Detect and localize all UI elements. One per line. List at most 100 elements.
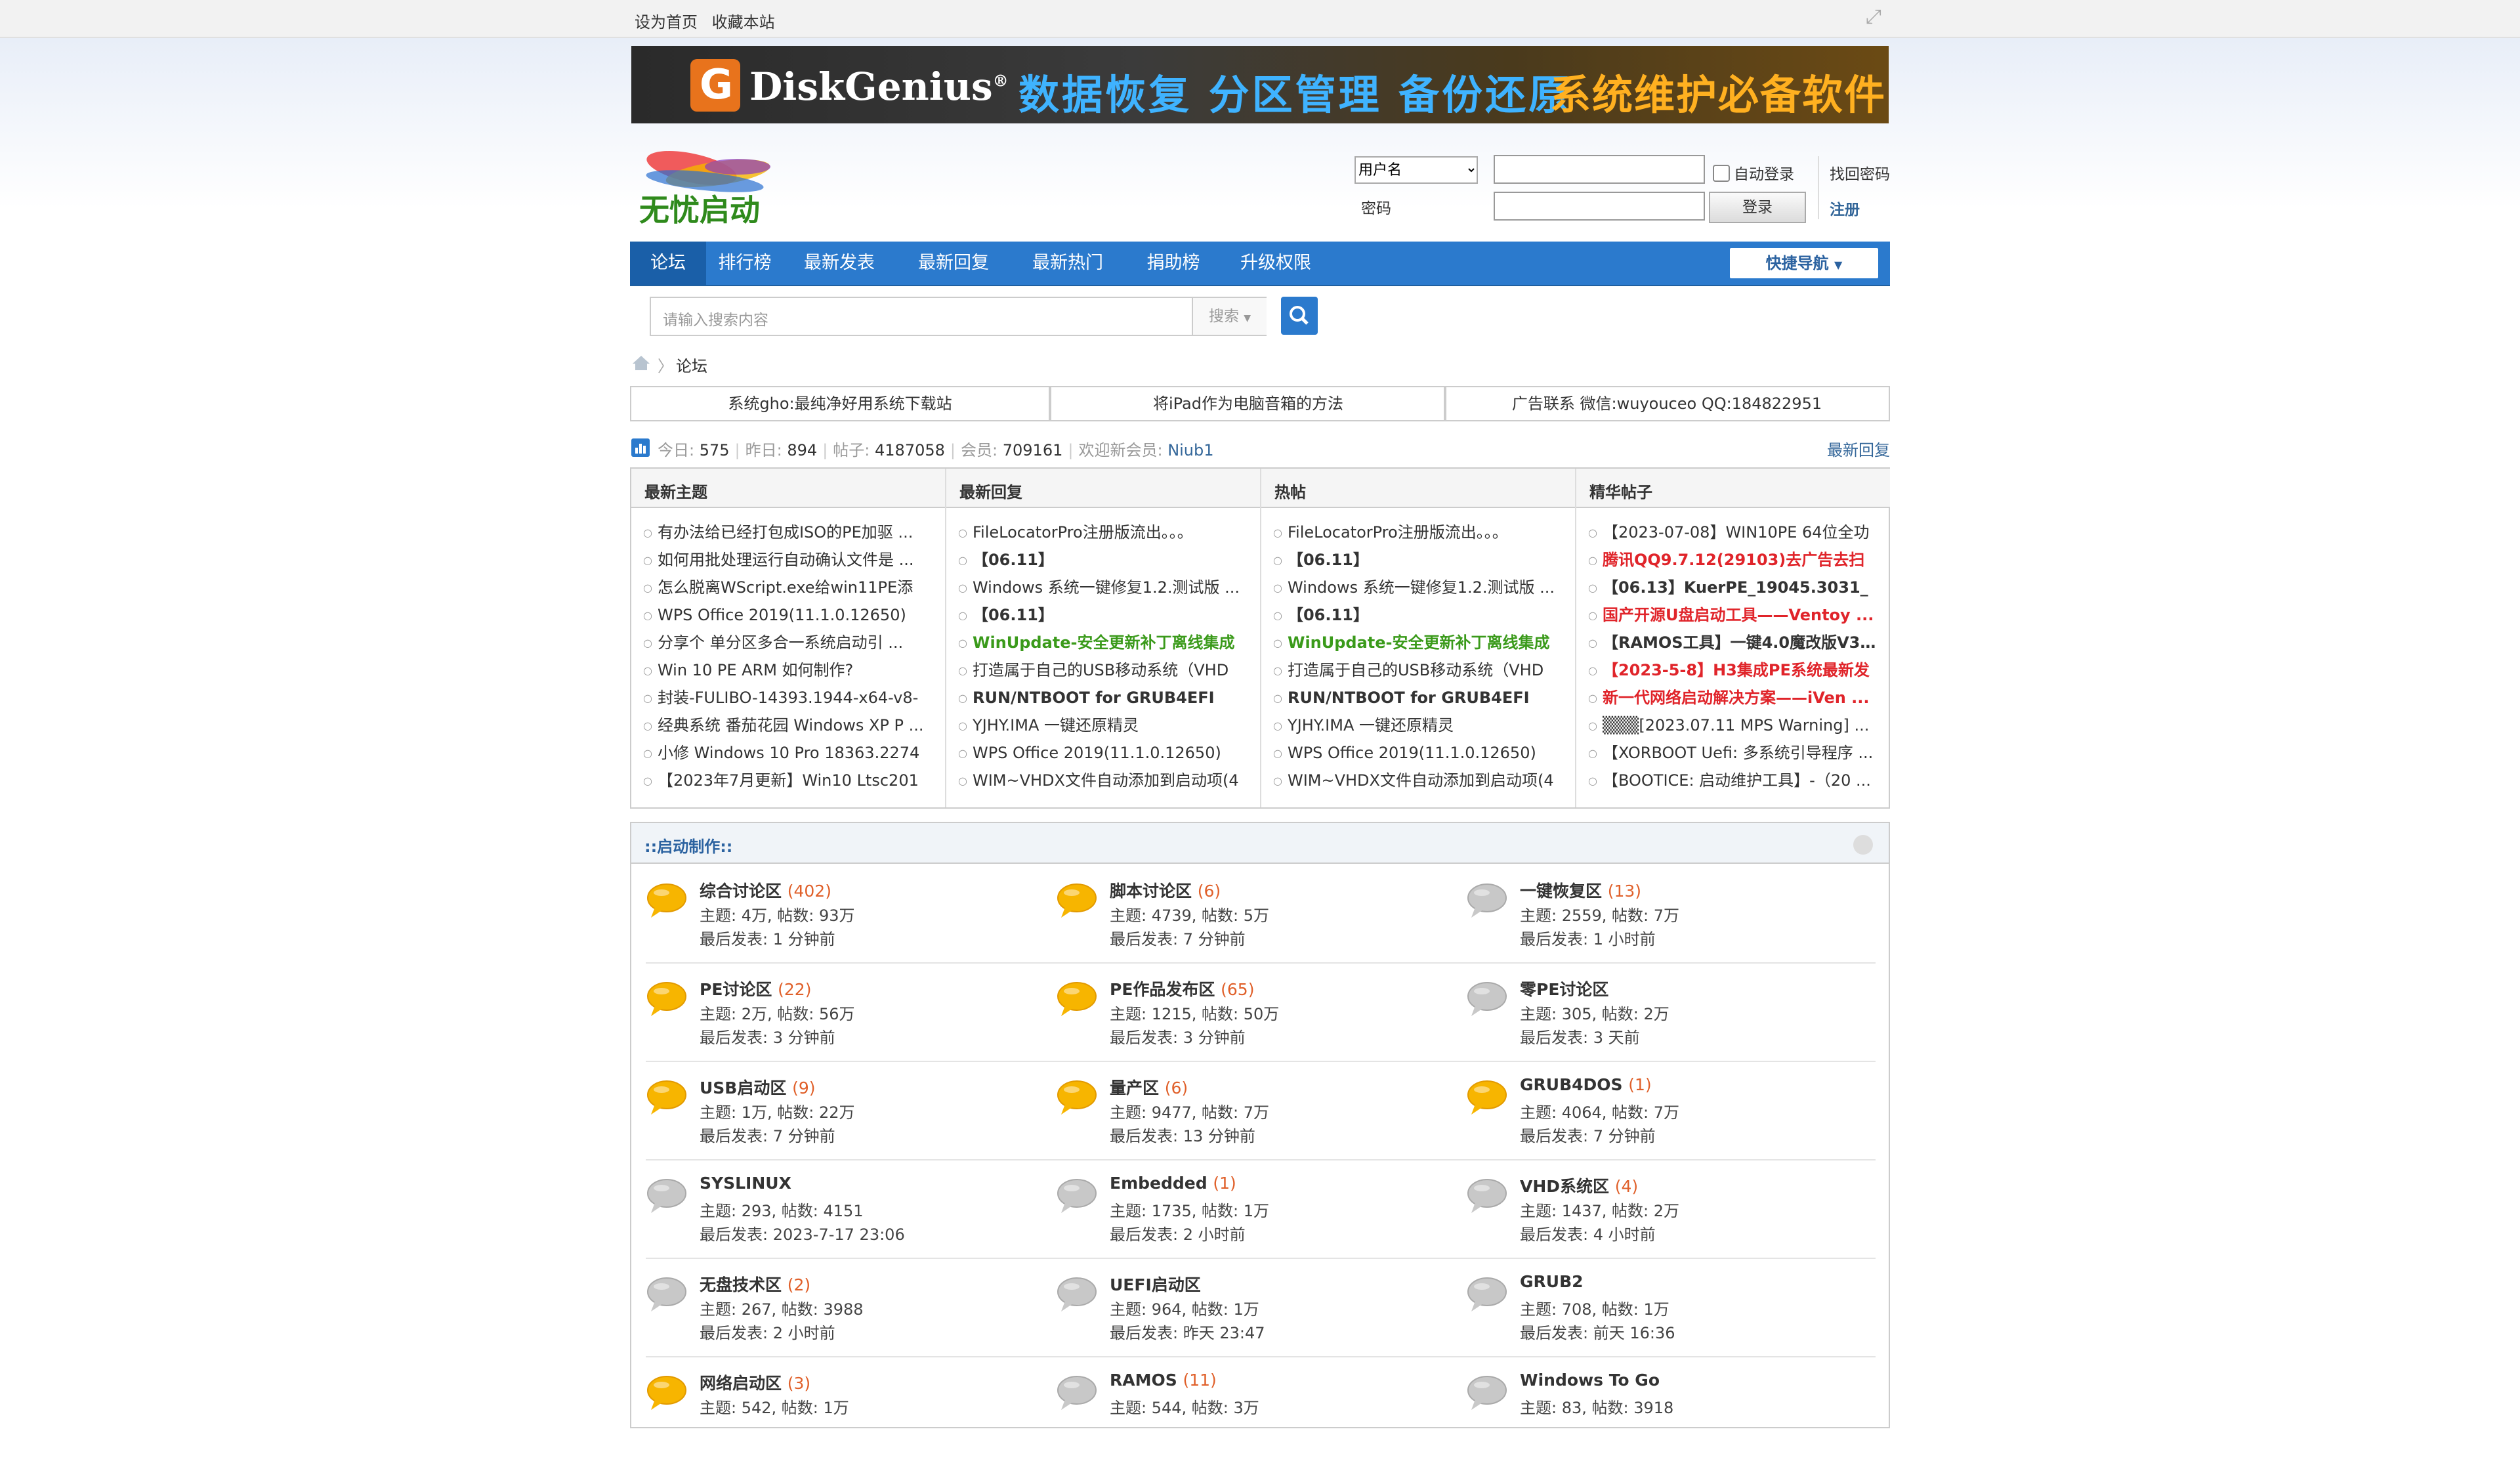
board-name[interactable]: Embedded (1) <box>1110 1174 1236 1193</box>
topic-link[interactable]: RUN/NTBOOT for GRUB4EFI <box>1273 684 1562 712</box>
topic-link[interactable]: WinUpdate-安全更新补丁离线集成 <box>958 629 1247 656</box>
topic-link[interactable]: 【06.11】 <box>1273 546 1562 574</box>
board-name-text[interactable]: USB启动区 <box>700 1078 786 1097</box>
topic-link[interactable]: 【2023年7月更新】Win10 Ltsc201 <box>643 767 932 794</box>
board-bubble-icon[interactable] <box>1056 1374 1098 1411</box>
collapse-icon[interactable] <box>1853 835 1873 855</box>
search-box[interactable]: 请输入搜索内容 搜索 ▼ <box>650 297 1267 336</box>
topic-link[interactable]: WPS Office 2019(11.1.0.12650) <box>643 601 932 629</box>
topic-link[interactable]: 如何用批处理运行自动确认文件是 ... <box>643 546 932 574</box>
board-bubble-icon[interactable] <box>1466 882 1508 919</box>
board-last-post[interactable]: 最后发表: 3 分钟前 <box>1110 1025 1246 1048</box>
board-name-text[interactable]: PE讨论区 <box>700 980 772 999</box>
topic-link[interactable]: 【2023-5-8】H3集成PE系统最新发 <box>1588 656 1877 684</box>
topic-link[interactable]: 【2023-07-08】WIN10PE 64位全功 <box>1588 519 1877 546</box>
board-name[interactable]: 量产区 (6) <box>1110 1075 1188 1099</box>
board-name-text[interactable]: SYSLINUX <box>700 1174 791 1193</box>
board-last-post[interactable]: 最后发表: 1 小时前 <box>1520 926 1656 949</box>
topic-link[interactable]: WPS Office 2019(11.1.0.12650) <box>958 739 1247 767</box>
board-name-text[interactable]: 一键恢复区 <box>1520 882 1602 901</box>
board-bubble-icon[interactable] <box>1056 1178 1098 1214</box>
nav-item-latest-posts[interactable]: 最新发表 <box>782 242 896 285</box>
board-bubble-icon[interactable] <box>1466 981 1508 1017</box>
board-bubble-icon[interactable] <box>1056 1079 1098 1116</box>
nav-item-ranking[interactable]: 排行榜 <box>707 242 782 285</box>
board-bubble-icon[interactable] <box>646 981 688 1017</box>
board-name-text[interactable]: Embedded <box>1110 1174 1208 1193</box>
board-name-text[interactable]: GRUB2 <box>1520 1272 1584 1291</box>
register-link[interactable]: 注册 <box>1830 197 1860 219</box>
quick-nav-button[interactable]: 快捷导航 ▼ <box>1730 248 1878 278</box>
board-name-text[interactable]: GRUB4DOS <box>1520 1075 1623 1094</box>
new-member-link[interactable]: Niub1 <box>1167 441 1213 459</box>
text-ad-2[interactable]: 将iPad作为电脑音箱的方法 <box>1050 386 1446 421</box>
topic-link[interactable]: 打造属于自己的USB移动系统（VHD <box>1273 656 1562 684</box>
board-name-text[interactable]: UEFI启动区 <box>1110 1275 1201 1294</box>
board-name-text[interactable]: VHD系统区 <box>1520 1177 1609 1196</box>
board-last-post[interactable]: 最后发表: 2 小时前 <box>1110 1222 1246 1245</box>
auto-login-checkbox[interactable]: 自动登录 <box>1713 161 1794 184</box>
topic-link[interactable]: 新一代网络启动解决方案——iVen ... <box>1588 684 1877 712</box>
topic-link[interactable]: WPS Office 2019(11.1.0.12650) <box>1273 739 1562 767</box>
topic-link[interactable]: 有办法给已经打包成ISO的PE加驱 ... <box>643 519 932 546</box>
topic-link[interactable]: Windows 系统一键修复1.2.测试版 ... <box>958 574 1247 601</box>
board-name[interactable]: Windows To Go <box>1520 1371 1660 1390</box>
board-name[interactable]: PE作品发布区 (65) <box>1110 977 1254 1000</box>
board-name[interactable]: VHD系统区 (4) <box>1520 1174 1638 1197</box>
board-name-text[interactable]: PE作品发布区 <box>1110 980 1215 999</box>
nav-item-forum[interactable]: 论坛 <box>630 242 706 285</box>
search-button[interactable] <box>1281 297 1318 335</box>
username-input[interactable] <box>1494 155 1705 184</box>
text-ad-3[interactable]: 广告联系 微信:wuyouceo QQ:184822951 <box>1444 386 1890 421</box>
nav-item-donations[interactable]: 捐助榜 <box>1125 242 1222 285</box>
search-type-select[interactable]: 搜索 ▼ <box>1192 298 1267 335</box>
topic-link[interactable]: 【06.11】 <box>958 601 1247 629</box>
board-bubble-icon[interactable] <box>1466 1079 1508 1116</box>
nav-item-upgrade[interactable]: 升级权限 <box>1222 242 1330 285</box>
find-password-link[interactable]: 找回密码 <box>1830 161 1890 184</box>
topic-link[interactable]: 小修 Windows 10 Pro 18363.2274 <box>643 739 932 767</box>
topic-link[interactable]: 【XORBOOT Uefi: 多系统引导程序 ... <box>1588 739 1877 767</box>
set-home-link[interactable]: 设为首页 <box>635 13 698 32</box>
board-bubble-icon[interactable] <box>646 1178 688 1214</box>
diskgenius-banner-ad[interactable]: DiskGenius® 数据恢复 分区管理 备份还原 系统维护必备软件 <box>631 46 1889 123</box>
board-name-text[interactable]: 量产区 <box>1110 1078 1159 1097</box>
board-name[interactable]: RAMOS (11) <box>1110 1371 1217 1390</box>
nav-item-latest-replies[interactable]: 最新回复 <box>896 242 1011 285</box>
search-input[interactable]: 请输入搜索内容 <box>663 307 768 330</box>
topic-link[interactable]: WinUpdate-安全更新补丁离线集成 <box>1273 629 1562 656</box>
board-name[interactable]: 一键恢复区 (13) <box>1520 878 1641 902</box>
board-bubble-icon[interactable] <box>1056 1276 1098 1313</box>
board-bubble-icon[interactable] <box>1466 1276 1508 1313</box>
board-last-post[interactable]: 最后发表: 昨天 23:47 <box>1110 1320 1265 1343</box>
text-ad-1[interactable]: 系统gho:最纯净好用系统下载站 <box>630 386 1050 421</box>
board-name[interactable]: 综合讨论区 (402) <box>700 878 831 902</box>
section-title[interactable]: ::启动制作:: <box>644 834 732 857</box>
topic-link[interactable]: 腾讯QQ9.7.12(29103)去广告去扫 <box>1588 546 1877 574</box>
board-name-text[interactable]: RAMOS <box>1110 1371 1177 1390</box>
topic-link[interactable]: YJHY.IMA 一键还原精灵 <box>958 712 1247 739</box>
board-last-post[interactable]: 最后发表: 4 小时前 <box>1520 1222 1656 1245</box>
board-bubble-icon[interactable] <box>646 882 688 919</box>
topic-link[interactable]: Win 10 PE ARM 如何制作? <box>643 656 932 684</box>
latest-reply-link[interactable]: 最新回复 <box>1827 437 1890 460</box>
board-last-post[interactable]: 最后发表: 2023-7-17 23:06 <box>700 1222 905 1245</box>
topic-link[interactable]: FileLocatorPro注册版流出。。。 <box>958 519 1247 546</box>
board-name[interactable]: 无盘技术区 (2) <box>700 1272 810 1296</box>
board-name[interactable]: 脚本讨论区 (6) <box>1110 878 1221 902</box>
topic-link[interactable]: 经典系统 番茄花园 Windows XP P ... <box>643 712 932 739</box>
board-bubble-icon[interactable] <box>1466 1374 1508 1411</box>
board-bubble-icon[interactable] <box>1466 1178 1508 1214</box>
login-type-select[interactable]: 用户名 <box>1354 156 1478 184</box>
password-input[interactable] <box>1494 192 1705 221</box>
board-last-post[interactable]: 最后发表: 1 分钟前 <box>700 926 835 949</box>
topic-link[interactable]: 打造属于自己的USB移动系统（VHD <box>958 656 1247 684</box>
board-last-post[interactable]: 最后发表: 13 分钟前 <box>1110 1123 1255 1146</box>
login-button[interactable]: 登录 <box>1709 192 1806 223</box>
board-name[interactable]: 零PE讨论区 <box>1520 977 1608 1000</box>
board-name[interactable]: PE讨论区 (22) <box>700 977 811 1000</box>
bookmark-link[interactable]: 收藏本站 <box>712 13 775 32</box>
board-last-post[interactable]: 最后发表: 7 分钟前 <box>1110 926 1246 949</box>
site-logo[interactable]: 无忧启动 <box>633 142 816 234</box>
topic-link[interactable]: YJHY.IMA 一键还原精灵 <box>1273 712 1562 739</box>
